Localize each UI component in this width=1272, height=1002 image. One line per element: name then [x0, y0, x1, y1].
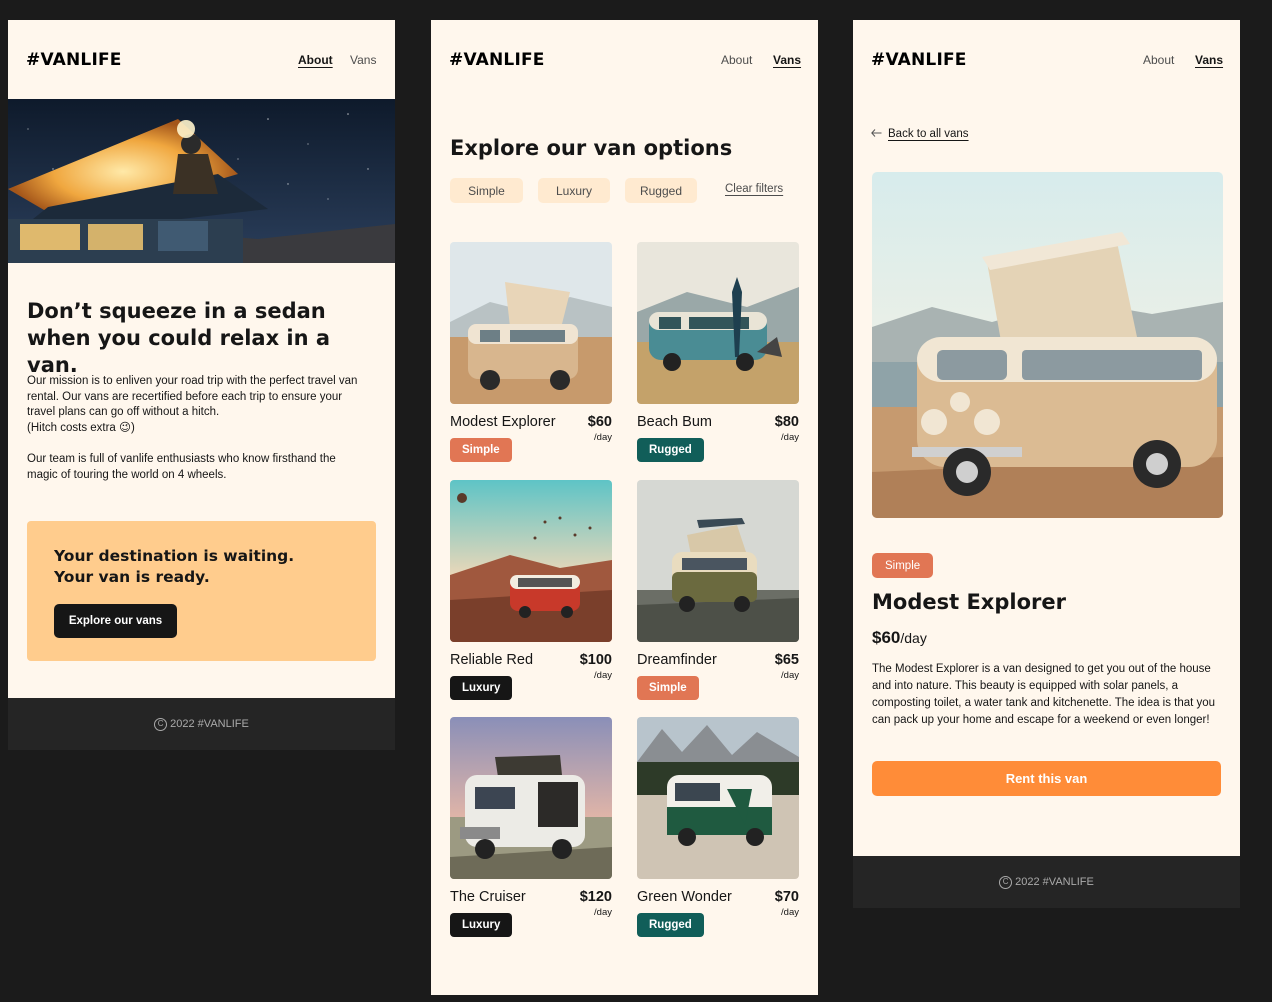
rent-van-button[interactable]: Rent this van	[872, 761, 1221, 796]
nav-about[interactable]: About	[298, 53, 333, 67]
van-price-unit: /day	[781, 432, 799, 443]
van-price-unit: /day	[900, 630, 927, 646]
hitch-note: (Hitch costs extra 😉)	[27, 421, 135, 434]
footer: C 2022 #VANLIFE	[8, 698, 395, 750]
van-price: $80	[774, 414, 799, 430]
hero-image	[8, 99, 395, 263]
van-name: The Cruiser	[450, 889, 526, 905]
van-image	[450, 717, 612, 879]
van-name: Green Wonder	[637, 889, 732, 905]
vans-page: #VANLIFE About Vans Explore our van opti…	[431, 20, 818, 995]
about-page: #VANLIFE About Vans Don’t squeeze in a s…	[8, 20, 395, 698]
van-price: $60/day	[872, 628, 927, 648]
explore-vans-button[interactable]: Explore our vans	[54, 604, 177, 638]
van-price-unit: /day	[594, 432, 612, 443]
van-type-badge[interactable]: Luxury	[450, 913, 513, 937]
van-name: Beach Bum	[637, 414, 712, 430]
van-image	[637, 480, 799, 642]
van-image	[450, 242, 612, 404]
van-price-value: $60	[872, 628, 901, 647]
van-name: Dreamfinder	[637, 652, 717, 668]
van-price: $70	[774, 889, 799, 905]
footer-text: 2022 #VANLIFE	[170, 718, 249, 730]
van-price-unit: /day	[594, 907, 612, 918]
nav-vans[interactable]: Vans	[1195, 53, 1223, 67]
van-type-badge[interactable]: Simple	[637, 676, 699, 700]
van-detail-image	[872, 172, 1223, 518]
filter-luxury[interactable]: Luxury	[538, 178, 610, 203]
van-type-badge[interactable]: Rugged	[637, 913, 704, 937]
van-image	[637, 242, 799, 404]
van-image	[450, 480, 612, 642]
van-card[interactable]: Dreamfinder $65 /day Simple	[637, 480, 799, 702]
copyright-icon: C	[154, 717, 168, 731]
van-price-unit: /day	[781, 670, 799, 681]
nav-vans[interactable]: Vans	[350, 53, 376, 67]
van-image	[637, 717, 799, 879]
van-card[interactable]: Beach Bum $80 /day Rugged	[637, 242, 799, 464]
cta-line-2: Your van is ready.	[54, 568, 210, 586]
back-link-label: Back to all vans	[888, 128, 969, 140]
filter-rugged[interactable]: Rugged	[625, 178, 697, 203]
copyright-icon: C	[999, 875, 1013, 889]
team-text: Our team is full of vanlife enthusiasts …	[27, 453, 336, 481]
about-headline: Don’t squeeze in a sedan when you could …	[27, 299, 331, 377]
van-name: Reliable Red	[450, 652, 534, 668]
cta-panel: Your destination is waiting. Your van is…	[27, 521, 376, 661]
back-link[interactable]: Back to all vans	[871, 128, 969, 140]
cta-line-1: Your destination is waiting.	[54, 547, 295, 565]
vans-page-title: Explore our van options	[450, 136, 733, 160]
mission-text: Our mission is to enliven your road trip…	[27, 374, 367, 436]
van-type-badge[interactable]: Luxury	[450, 676, 513, 700]
van-card[interactable]: The Cruiser $120 /day Luxury	[450, 717, 612, 939]
brand-logo[interactable]: #VANLIFE	[449, 50, 545, 70]
van-name: Modest Explorer	[872, 590, 1066, 614]
footer: C 2022 #VANLIFE	[853, 856, 1240, 908]
van-name: Modest Explorer	[450, 414, 556, 430]
clear-filters-link[interactable]: Clear filters	[725, 183, 783, 195]
van-description: The Modest Explorer is a van designed to…	[872, 663, 1216, 726]
van-card[interactable]: Green Wonder $70 /day Rugged	[637, 717, 799, 939]
van-card[interactable]: Reliable Red $100 /day Luxury	[450, 480, 612, 702]
van-card[interactable]: Modest Explorer $60 /day Simple	[450, 242, 612, 464]
nav-vans[interactable]: Vans	[773, 53, 801, 67]
footer-text: 2022 #VANLIFE	[1015, 876, 1094, 888]
van-price-unit: /day	[781, 907, 799, 918]
van-price: $100	[579, 652, 612, 668]
van-price: $120	[579, 889, 612, 905]
arrow-left-icon	[871, 128, 882, 140]
van-type-badge[interactable]: Rugged	[637, 438, 704, 462]
nav-about[interactable]: About	[721, 53, 752, 67]
van-type-badge[interactable]: Simple	[450, 438, 512, 462]
cta-title: Your destination is waiting. Your van is…	[54, 546, 294, 588]
filter-simple[interactable]: Simple	[450, 178, 523, 203]
nav-about[interactable]: About	[1143, 53, 1174, 67]
brand-logo[interactable]: #VANLIFE	[26, 50, 122, 70]
mission-body: Our mission is to enliven your road trip…	[27, 375, 358, 418]
van-detail-page: #VANLIFE About Vans Back to all vans Sim…	[853, 20, 1240, 856]
van-price-unit: /day	[594, 670, 612, 681]
van-type-badge[interactable]: Simple	[872, 553, 934, 578]
van-price: $60	[587, 414, 612, 430]
van-price: $65	[774, 652, 799, 668]
brand-logo[interactable]: #VANLIFE	[871, 50, 967, 70]
